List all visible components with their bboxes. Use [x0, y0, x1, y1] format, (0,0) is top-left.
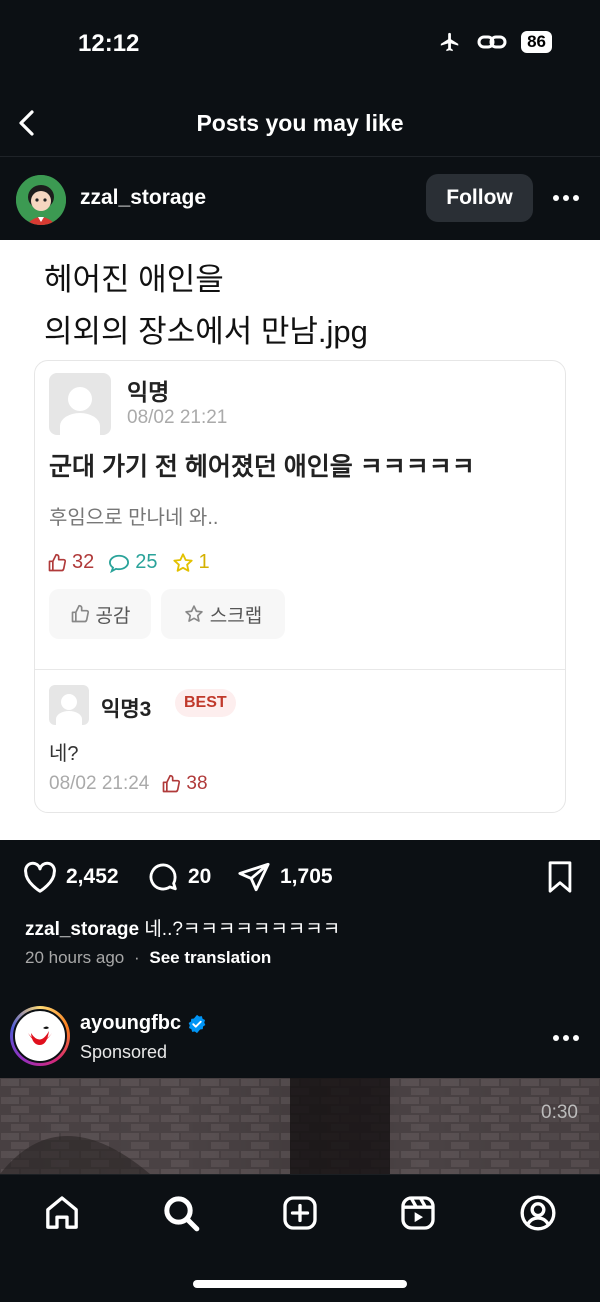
reels-icon[interactable] — [398, 1193, 438, 1233]
reply-likes: 38 — [161, 773, 208, 795]
card-comments: 25 — [108, 551, 158, 574]
empathy-label: 공감 — [95, 605, 131, 627]
home-icon[interactable] — [42, 1193, 82, 1233]
card-scraps-count: 1 — [198, 551, 210, 573]
sponsored-video[interactable]: 0:30 — [0, 1078, 600, 1174]
video-frame — [0, 1078, 600, 1174]
heart-icon[interactable] — [22, 860, 58, 894]
reply-author: 익명3 — [101, 698, 152, 721]
brand-logo-icon — [28, 1026, 52, 1045]
card-likes: 32 — [47, 551, 94, 574]
speech-bubble-icon — [109, 554, 130, 573]
page-title: Posts you may like — [196, 110, 404, 136]
card-headline: 군대 가기 전 헤어졌던 애인을 ㅋㅋㅋㅋㅋ — [49, 453, 475, 481]
card-buttons: 공감 스크랩 — [49, 589, 285, 639]
card-comments-count: 25 — [135, 551, 158, 573]
thumbs-up-icon — [48, 553, 67, 571]
scrap-button: 스크랩 — [161, 589, 285, 639]
home-indicator — [193, 1280, 407, 1288]
empathy-button: 공감 — [49, 589, 151, 639]
sponsored-header: ayoungfbc Sponsored — [0, 1006, 600, 1070]
post-header: zzal_storage Follow — [0, 170, 600, 230]
reply-text: 네? — [49, 743, 79, 765]
post-image[interactable]: 헤어진 애인을 의외의 장소에서 만남.jpg 익명 08/02 21:21 군… — [0, 240, 600, 840]
ad-avatar[interactable] — [10, 1006, 70, 1066]
scrap-label: 스크랩 — [209, 605, 263, 627]
avatar-illustration — [16, 175, 66, 225]
search-icon[interactable] — [161, 1193, 201, 1233]
status-icons: 86 — [437, 31, 552, 53]
thumbs-up-icon — [163, 774, 181, 793]
meta-separator: · — [133, 948, 140, 967]
post-meta: 20 hours ago · See translation — [25, 948, 271, 968]
bookmark-icon[interactable] — [545, 860, 575, 894]
send-icon[interactable] — [236, 860, 272, 894]
see-translation-link[interactable]: See translation — [149, 948, 271, 967]
ad-username-row: ayoungfbc — [80, 1012, 207, 1035]
reply-date: 08/02 21:24 — [49, 773, 150, 794]
battery-indicator: 86 — [521, 31, 552, 53]
star-outline-icon — [185, 605, 203, 622]
reply-anonymous-avatar — [49, 685, 89, 725]
airplane-icon — [440, 32, 459, 52]
share-action: 1,705 — [236, 860, 333, 894]
card-divider — [35, 669, 565, 670]
card-body: 후임으로 만나네 와.. — [49, 507, 219, 529]
verified-badge-icon — [188, 1014, 206, 1033]
share-count[interactable]: 1,705 — [280, 865, 333, 889]
best-badge: BEST — [175, 689, 236, 717]
ad-username[interactable]: ayoungfbc — [80, 1012, 181, 1035]
comment-icon[interactable] — [146, 860, 180, 894]
star-icon — [172, 552, 193, 572]
sponsored-label: Sponsored — [80, 1042, 168, 1062]
screenshot-card: 익명 08/02 21:21 군대 가기 전 헤어졌던 애인을 ㅋㅋㅋㅋㅋ 후임… — [34, 360, 566, 813]
reply-meta: 08/02 21:24 38 — [49, 773, 208, 795]
thumbs-up-icon — [71, 604, 89, 623]
caption-username[interactable]: zzal_storage — [25, 919, 139, 940]
card-author: 익명 — [127, 379, 170, 405]
profile-icon[interactable] — [518, 1193, 558, 1233]
comment-count[interactable]: 20 — [188, 865, 211, 889]
hotspot-link-icon — [477, 35, 507, 49]
card-stats: 32 25 1 — [47, 551, 210, 574]
create-icon[interactable] — [280, 1193, 320, 1233]
like-action: 2,452 — [22, 860, 119, 894]
follow-button[interactable]: Follow — [426, 174, 533, 222]
card-scraps: 1 — [172, 551, 210, 574]
image-title-line2: 의외의 장소에서 만남.jpg — [44, 314, 368, 349]
comment-action: 20 — [146, 860, 211, 894]
more-options-icon[interactable] — [552, 194, 580, 202]
nav-header: Posts you may like — [0, 96, 600, 157]
anonymous-avatar — [49, 373, 111, 435]
reply-likes-count: 38 — [186, 773, 208, 794]
post-actions: 2,452 20 1,705 — [0, 860, 600, 900]
more-options-icon[interactable] — [552, 1034, 580, 1042]
caption-text: 네..?ㅋㅋㅋㅋㅋㅋㅋㅋㅋ — [139, 919, 341, 940]
avatar[interactable] — [16, 175, 66, 225]
image-title-line1: 헤어진 애인을 — [44, 262, 224, 297]
post-username[interactable]: zzal_storage — [80, 186, 206, 210]
video-timer: 0:30 — [541, 1102, 578, 1123]
post-time: 20 hours ago — [25, 948, 125, 967]
card-likes-count: 32 — [72, 551, 95, 573]
like-count[interactable]: 2,452 — [66, 865, 119, 889]
card-date: 08/02 21:21 — [127, 407, 228, 428]
status-time: 12:12 — [78, 30, 140, 57]
post-caption: zzal_storage 네..?ㅋㅋㅋㅋㅋㅋㅋㅋㅋ — [25, 914, 340, 941]
